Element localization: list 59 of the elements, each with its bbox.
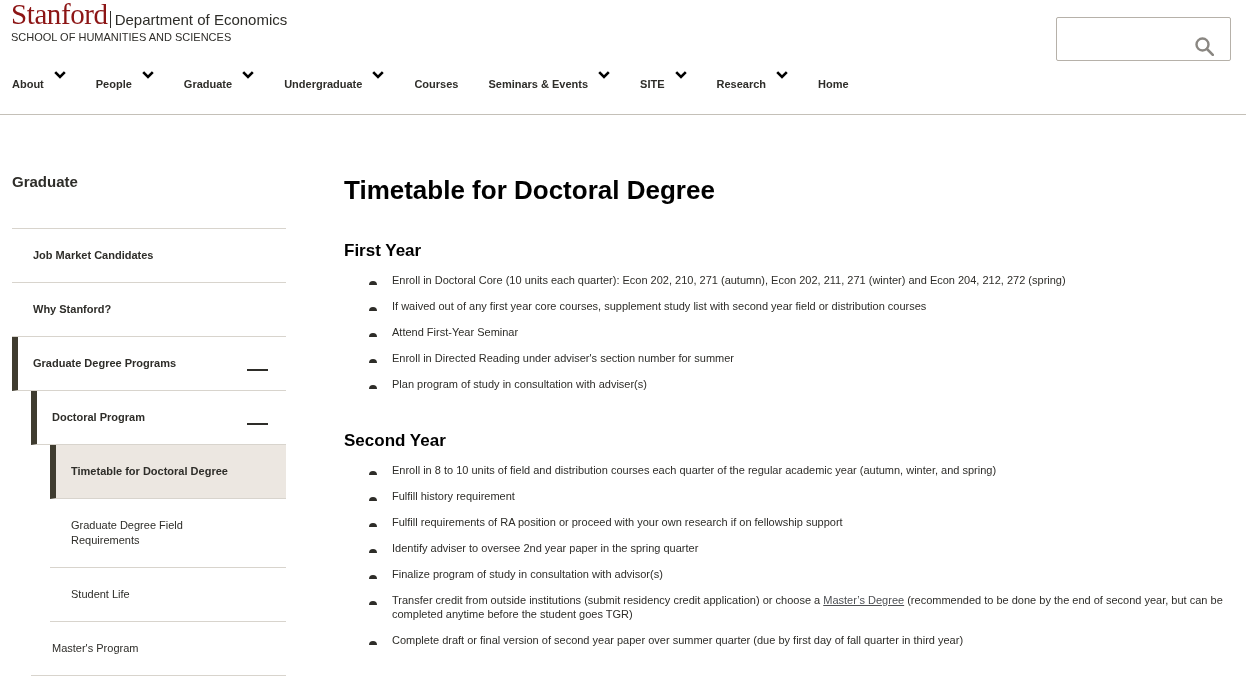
text-link[interactable]: Master’s Degree (823, 594, 905, 606)
list-item-text: Plan program of study in consultation with adviser(s) (392, 377, 647, 391)
minus-icon[interactable] (247, 368, 268, 371)
chevron-down-icon[interactable] (776, 71, 789, 79)
list-item-text: Identify adviser to oversee 2nd year paper in the spring quarter (392, 541, 699, 555)
list-item-text: Fulfill history requirement (392, 489, 515, 503)
minus-icon[interactable] (247, 422, 268, 425)
nav-link[interactable]: Courses (414, 70, 459, 91)
list-item-text: Enroll in Doctoral Core (10 units each quarter): Econ 202, 210, 271 (autumn), Econ 202, 211, 271 (winter) and Econ 204, 212, 272 (spring) (392, 273, 1066, 287)
list-item-text: Transfer credit from outside institutions (submit residency credit application) or choose a Master’s Degree (recommended to be done by the end of second year, but can be completed anytime before the student goes TGR) (392, 593, 1224, 621)
chevron-down-icon[interactable] (141, 71, 154, 79)
stanford-wordmark[interactable]: Stanford (11, 2, 108, 27)
chevron-down-icon[interactable] (242, 71, 255, 79)
list-item-text: If waived out of any first year core courses, supplement study list with second year field or distribution courses (392, 299, 927, 313)
section-heading: First Year (344, 240, 423, 262)
bullet-icon (369, 575, 377, 579)
nav-link[interactable]: Undergraduate (284, 70, 385, 91)
school-name: SCHOOL OF HUMANITIES AND SCIENCES (11, 31, 233, 44)
nav-link[interactable]: Research (716, 70, 789, 91)
sidebar-item[interactable]: Graduate Degree Field Requirements (50, 499, 286, 568)
chevron-down-icon[interactable] (598, 71, 611, 79)
list-item-text: Enroll in 8 to 10 units of field and distribution courses each quarter of the regular academic year (autumn, winter, and spring) (392, 463, 997, 477)
bullet-icon (369, 523, 377, 527)
section-heading: Second Year (344, 430, 447, 452)
list-item-text: Finalize program of study in consultation with advisor(s) (392, 567, 663, 581)
search-field[interactable] (1056, 17, 1231, 61)
department-name: Department of Economics (109, 11, 288, 28)
nav-link[interactable]: About (12, 70, 66, 91)
sidebar-item[interactable]: Graduate Degree Programs (12, 337, 286, 391)
nav-link[interactable]: SITE (640, 70, 687, 91)
sidebar-item[interactable]: Job Market Candidates (12, 229, 286, 283)
bullet-icon (369, 385, 377, 389)
bullet-icon (369, 307, 377, 311)
bullet-icon (369, 497, 377, 501)
bullet-icon (369, 333, 377, 337)
sidebar-item[interactable]: Master's Program (31, 622, 286, 676)
nav-link[interactable]: People (95, 70, 154, 91)
bullet-icon (369, 549, 377, 553)
page-title: Timetable for Doctoral Degree (344, 174, 716, 206)
chevron-down-icon[interactable] (372, 71, 385, 79)
chevron-down-icon[interactable] (53, 71, 66, 79)
bullet-icon (369, 359, 377, 363)
chevron-down-icon[interactable] (674, 71, 687, 79)
nav-link[interactable]: Graduate (183, 70, 255, 91)
bullet-icon (369, 471, 377, 475)
list-item-text: Complete draft or final version of second year paper over summer quarter (due by first day of fall quarter in third year) (392, 633, 964, 647)
sidebar-item[interactable]: Why Stanford? (12, 283, 286, 337)
list-item-text: Enroll in Directed Reading under adviser's section number for summer (392, 351, 735, 365)
list-item-text: Fulfill requirements of RA position or proceed with your own research if on fellowship support (392, 515, 843, 529)
sidebar-title: Graduate (12, 172, 79, 192)
bullet-icon (369, 641, 377, 645)
sidebar-item[interactable]: Student Life (50, 568, 286, 622)
sidebar-item[interactable]: Timetable for Doctoral Degree (50, 445, 286, 499)
bullet-icon (369, 281, 377, 285)
search-icon[interactable] (1195, 37, 1214, 56)
nav-link[interactable]: Seminars & Events (488, 70, 611, 91)
bullet-icon (369, 601, 377, 605)
nav-link[interactable]: Home (818, 70, 849, 91)
list-item-text: Attend First-Year Seminar (392, 325, 519, 339)
